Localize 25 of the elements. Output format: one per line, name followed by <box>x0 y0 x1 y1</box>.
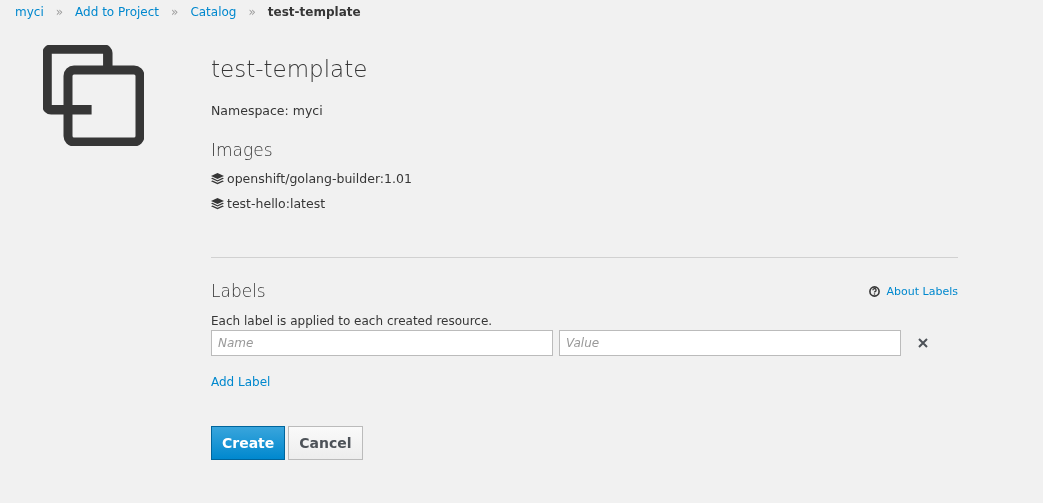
add-label-link[interactable]: Add Label <box>211 375 271 389</box>
help-icon <box>868 285 880 297</box>
image-name: openshift/golang-builder:1.01 <box>227 171 412 186</box>
labels-description: Each label is applied to each created resource. <box>211 314 494 328</box>
close-icon[interactable] <box>918 338 928 348</box>
label-value-field[interactable]: Value <box>559 330 901 356</box>
breadcrumb-link[interactable]: Catalog <box>190 5 237 19</box>
labels-heading: Labels <box>211 280 266 302</box>
breadcrumb-separator: » <box>55 5 64 19</box>
layers-icon <box>211 172 224 185</box>
breadcrumb-separator: » <box>171 5 179 19</box>
template-title: test-template <box>211 55 369 83</box>
copy-icon <box>43 45 144 146</box>
layers-icon <box>211 197 224 210</box>
cancel-button[interactable]: Cancel <box>288 426 363 460</box>
namespace-text: Namespace: myci <box>211 103 324 118</box>
breadcrumb-link[interactable]: Add to Project <box>75 5 160 19</box>
label-name-field[interactable]: Name <box>211 330 553 356</box>
breadcrumb-current: test-template <box>267 5 361 19</box>
create-button[interactable]: Create <box>211 426 286 460</box>
breadcrumb-link[interactable]: myci <box>15 5 44 19</box>
breadcrumb-separator: » <box>248 5 256 19</box>
image-name: test-hello:latest <box>227 196 326 211</box>
about-labels-link[interactable]: About Labels <box>886 284 958 298</box>
images-heading: Images <box>211 139 274 161</box>
